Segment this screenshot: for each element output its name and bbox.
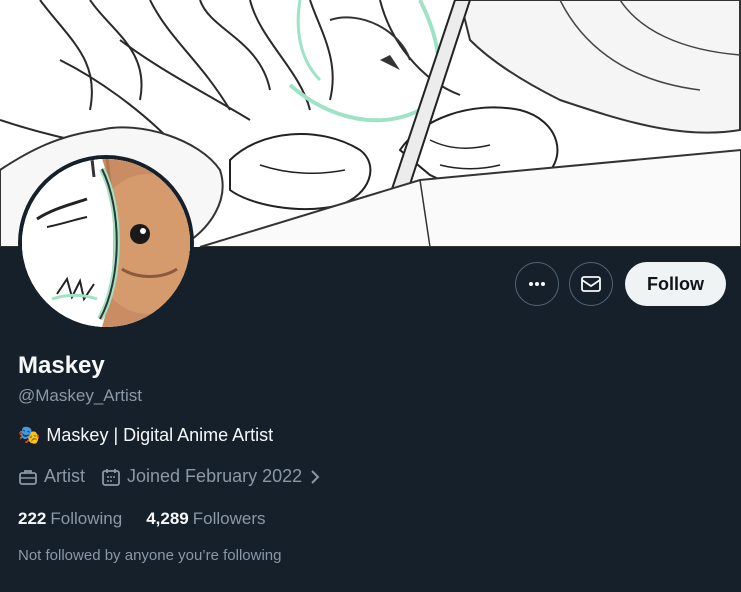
avatar-artwork [22, 159, 190, 327]
bio-text: Maskey | Digital Anime Artist [46, 425, 274, 445]
profile-meta: Artist Joined February 2022 [18, 466, 338, 487]
profession-text: Artist [44, 466, 86, 486]
message-button[interactable] [569, 262, 613, 306]
profile-actions: Follow [515, 262, 726, 306]
follow-button[interactable]: Follow [625, 262, 726, 306]
followers-link[interactable]: 4,289 Followers [146, 509, 265, 529]
joined-date-text: Joined February 2022 [127, 466, 303, 486]
theater-masks-emoji: 🎭 [18, 425, 41, 445]
user-handle: @Maskey_Artist [18, 386, 143, 405]
envelope-icon [581, 276, 601, 292]
follow-stats: 222 Following 4,289 Followers [18, 509, 265, 529]
more-options-button[interactable] [515, 262, 559, 306]
followers-count: 4,289 [146, 509, 189, 528]
briefcase-icon [19, 469, 37, 485]
more-horizontal-icon [529, 282, 545, 286]
mutual-followers-note: Not followed by anyone you’re following [18, 547, 282, 564]
following-label: Following [50, 509, 123, 528]
joined-item[interactable]: Joined February 2022 [101, 466, 322, 487]
avatar[interactable] [18, 155, 194, 331]
display-name: Maskey [18, 352, 105, 379]
following-link[interactable]: 222 Following [18, 509, 122, 529]
following-count: 222 [18, 509, 47, 528]
chevron-right-icon [311, 469, 320, 484]
calendar-icon [102, 468, 120, 486]
followers-label: Followers [192, 509, 266, 528]
avatar-image [22, 159, 190, 327]
bio: 🎭 Maskey | Digital Anime Artist [18, 425, 273, 446]
profession-item: Artist [18, 466, 85, 487]
